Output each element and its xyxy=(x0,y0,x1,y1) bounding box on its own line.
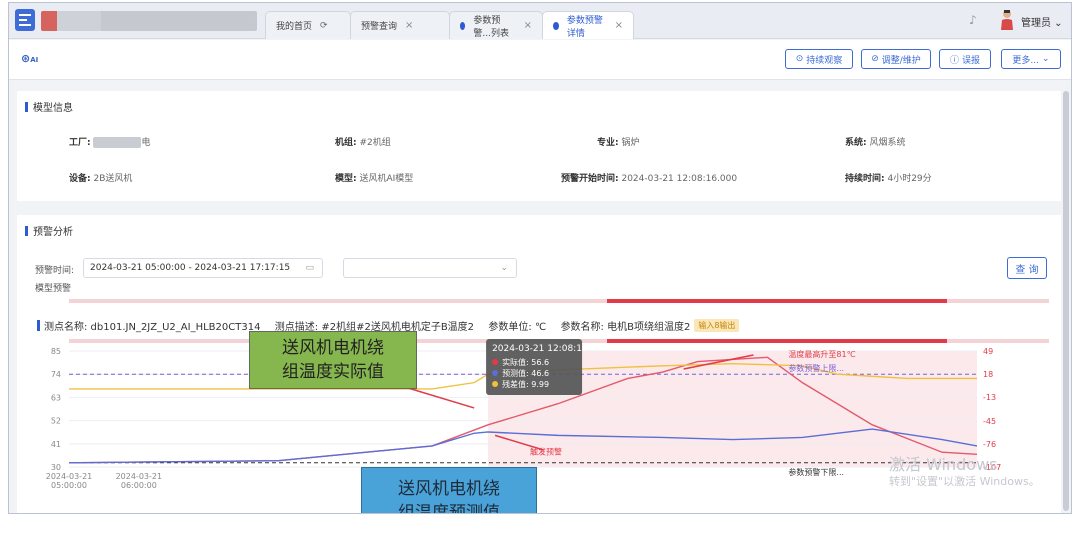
user-menu[interactable]: 管理员 ⌄ xyxy=(1021,14,1063,29)
y-tick-label: 52 xyxy=(51,417,61,426)
calendar-icon: ▭ xyxy=(305,263,314,273)
top-bar: 我的首页 ⟳ 预警查询 × 参数预警...列表 × 参数预警详情 × ♪ 管理员 ⌄ xyxy=(9,3,1071,39)
x-tick-time: 05:00:00 xyxy=(51,481,87,490)
chevron-down-icon: ⌄ xyxy=(500,263,508,273)
alert-start-info: 预警开始时间: 2024-03-21 12:08:16.000 xyxy=(561,174,738,184)
device-info: 设备: 2B送风机 xyxy=(69,174,133,184)
tooltip-dot xyxy=(492,370,499,376)
section-title: 模型信息 xyxy=(25,99,73,114)
close-icon[interactable]: × xyxy=(615,20,623,31)
model-select[interactable]: ⌄ xyxy=(343,258,517,278)
scrollbar[interactable] xyxy=(1063,91,1069,511)
y-tick-label: 41 xyxy=(51,440,61,449)
tab-dot-icon xyxy=(460,21,466,30)
avatar[interactable] xyxy=(999,9,1015,31)
windows-watermark: 激活 Windows xyxy=(889,455,998,474)
tooltip-row: 残差值: 9.99 xyxy=(502,379,549,389)
tooltip-row: 实际值: 56.6 xyxy=(502,357,549,367)
y2-tick-label: 49 xyxy=(983,347,993,356)
tab-alert-query[interactable]: 预警查询 × xyxy=(350,11,450,39)
model-alert-segment xyxy=(607,299,947,303)
info-icon: ⓘ xyxy=(949,55,959,66)
ai-model-icon: ⊛AI xyxy=(21,52,39,65)
tab-home[interactable]: 我的首页 ⟳ xyxy=(265,11,351,39)
unit-info: 机组: #2机组 xyxy=(335,138,391,148)
tab-dot-icon xyxy=(553,21,559,30)
refresh-icon[interactable]: ⟳ xyxy=(320,21,328,31)
y-tick-label: 85 xyxy=(51,347,61,356)
adjust-button[interactable]: ⊘ 调整/维护 xyxy=(861,49,931,69)
menu-icon[interactable] xyxy=(15,9,35,31)
y-tick-label: 74 xyxy=(51,370,61,379)
y-tick-label: 30 xyxy=(51,463,61,472)
model-alert-label: 模型预警 xyxy=(35,284,72,294)
annotation-lower-limit: 参数预警下限... xyxy=(788,467,844,477)
model-name-info: 模型: 送风机AI模型 xyxy=(335,174,414,184)
y2-tick-label: -76 xyxy=(983,440,996,449)
annotation-max-temp: 温度最高升至81℃ xyxy=(788,349,855,359)
alert-time-label: 预警时间: xyxy=(35,266,75,276)
date-range-input[interactable]: 2024-03-21 05:00:00 - 2024-03-21 17:17:1… xyxy=(83,258,323,278)
system-info: 系统: 风烟系统 xyxy=(845,138,906,148)
annotation-upper-limit: 参数预警上限... xyxy=(788,363,844,373)
tab-alert-detail[interactable]: 参数预警详情 × xyxy=(542,11,634,39)
windows-watermark-sub: 转到"设置"以激活 Windows。 xyxy=(889,475,1040,488)
y2-tick-label: 18 xyxy=(983,370,993,379)
duration-info: 持续时间: 4小时29分 xyxy=(845,174,932,184)
major-info: 专业: 锅炉 xyxy=(597,138,640,148)
tab-alert-list[interactable]: 参数预警...列表 × xyxy=(449,11,543,39)
bell-icon[interactable]: ♪ xyxy=(969,13,977,27)
close-icon[interactable]: × xyxy=(524,20,532,31)
x-tick-time: 06:00:00 xyxy=(121,481,157,490)
check-icon: ⊘ xyxy=(871,54,879,64)
y2-tick-label: -13 xyxy=(983,393,996,402)
chevron-down-icon: ⌄ xyxy=(1042,54,1050,64)
section-title: 预警分析 xyxy=(25,223,73,238)
close-icon[interactable]: × xyxy=(405,20,413,31)
tooltip-dot xyxy=(492,359,499,365)
query-button[interactable]: 查 询 xyxy=(1007,257,1047,279)
tooltip-row: 预测值: 46.6 xyxy=(502,368,549,378)
sub-header: ⊛AI ⊙ 持续观察 ⊘ 调整/维护 ⓘ 误报 更多... ⌄ xyxy=(9,40,1071,80)
tooltip-dot xyxy=(492,381,499,387)
tooltip-time: 2024-03-21 12:08:19 xyxy=(492,344,588,354)
clock-icon: ⊙ xyxy=(795,54,804,64)
callout-actual: 送风机电机绕 组温度实际值 xyxy=(249,331,417,389)
io-badge: 输入8输出 xyxy=(694,319,740,332)
callout-predicted: 送风机电机绕 组温度预测值 xyxy=(361,467,537,513)
more-button[interactable]: 更多... ⌄ xyxy=(1001,49,1061,69)
misreport-button[interactable]: ⓘ 误报 xyxy=(939,49,991,69)
app-logo xyxy=(41,11,257,31)
y2-tick-label: -45 xyxy=(983,417,996,426)
plant-info: 工厂: 电 xyxy=(69,137,151,148)
app-window: 我的首页 ⟳ 预警查询 × 参数预警...列表 × 参数预警详情 × ♪ 管理员 ⌄ ⊛… xyxy=(8,2,1072,514)
observe-button[interactable]: ⊙ 持续观察 xyxy=(785,49,853,69)
model-info-panel: 模型信息 工厂: 电 机组: #2机组 专业: 锅炉 系统: 风烟系统 设备: … xyxy=(17,91,1061,201)
x-tick-date: 2024-03-21 xyxy=(46,472,93,481)
tab-bar: 我的首页 ⟳ 预警查询 × 参数预警...列表 × 参数预警详情 × xyxy=(265,11,634,39)
x-tick-date: 2024-03-21 xyxy=(116,472,163,481)
y-tick-label: 63 xyxy=(51,393,61,402)
